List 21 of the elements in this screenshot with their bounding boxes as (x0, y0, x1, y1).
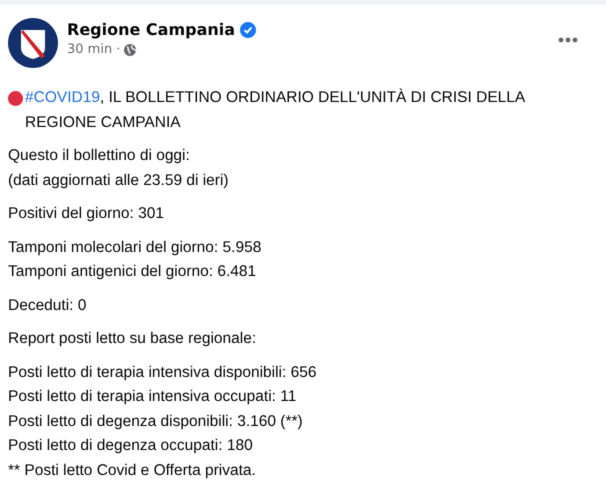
post-text-line: Questo il bollettino di oggi: (8, 146, 191, 166)
author-name[interactable]: Regione Campania (67, 20, 236, 39)
globe-icon[interactable] (124, 44, 136, 56)
coat-of-arms-avatar[interactable] (8, 18, 58, 68)
post-time[interactable]: 30 min (67, 42, 112, 57)
post-text-line: Tamponi molecolari del giorno: 5.958 (8, 238, 262, 258)
hashtag-link[interactable]: #COVID19 (25, 89, 100, 106)
post-text-line: Report posti letto su base regionale: (8, 329, 258, 349)
alert-dot-icon (8, 91, 23, 106)
post-text-line: Posti letto di terapia intensiva occupati: 11 (8, 387, 298, 407)
post-text-line: Positivi del giorno: 301 (8, 204, 165, 224)
post-text-line: Posti letto di degenza disponibili: 3.160 (**) (8, 412, 304, 432)
post-text-line: (dati aggiornati alle 23.59 di ieri) (8, 170, 230, 190)
post-text-line: Tamponi antigenici del giorno: 6.481 (8, 262, 258, 282)
post-text-line: Posti letto di degenza occupati: 180 (8, 436, 254, 456)
separator: · (116, 42, 120, 57)
post-text-line: Deceduti: 0 (8, 296, 88, 316)
headline-text: #COVID19, IL BOLLETTINO ORDINARIO DELL'UNITÀ DI CRISI DELLA REGIONE CAMPANIA (25, 88, 526, 132)
post-text-line: ** Posti letto Covid e Offerta privata. (8, 460, 257, 480)
more-options-icon[interactable] (558, 37, 578, 43)
post-text-line: Posti letto di terapia intensiva disponibili: 656 (8, 362, 318, 382)
